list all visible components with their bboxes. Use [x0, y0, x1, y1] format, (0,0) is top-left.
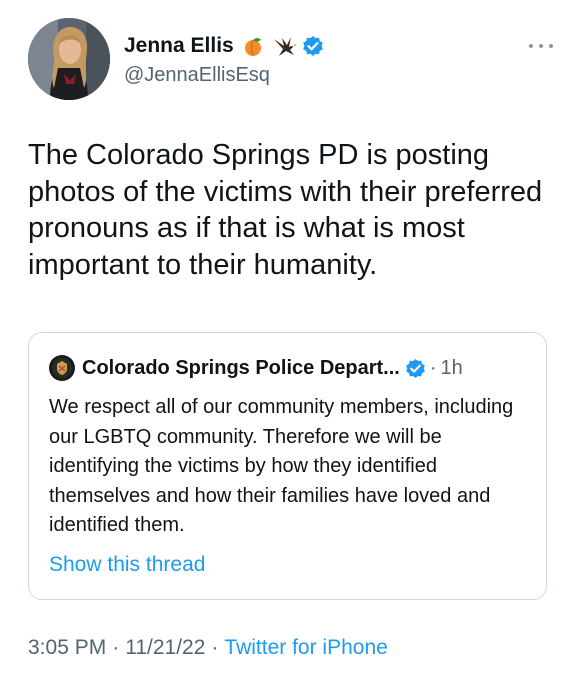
quoted-separator: · [429, 356, 437, 379]
quoted-tweet-text: We respect all of our community members,… [49, 396, 514, 536]
meta-separator: · [112, 636, 120, 659]
tweet-time[interactable]: 3:05 PM [28, 636, 106, 660]
quoted-tweet-header: Colorado Springs Police Depart... · 1h [49, 355, 463, 381]
dot [549, 44, 553, 48]
eagle-emoji-icon [272, 35, 298, 57]
quoted-timestamp: 1h [440, 356, 463, 379]
quoted-author-name: Colorado Springs Police Depart... [82, 356, 400, 379]
author-avatar[interactable] [28, 18, 110, 100]
quoted-verified-badge-icon [405, 358, 426, 379]
tweet-date[interactable]: 11/21/22 [125, 636, 205, 660]
show-this-thread-link[interactable]: Show this thread [49, 553, 205, 577]
more-options-icon[interactable] [529, 42, 553, 50]
dot [539, 44, 543, 48]
avatar-photo [28, 18, 110, 100]
dot [529, 44, 533, 48]
peach-emoji-icon [242, 35, 264, 57]
author-name[interactable]: Jenna Ellis [124, 34, 234, 58]
author-handle[interactable]: @JennaEllisEsq [124, 64, 324, 87]
tweet-meta: 3:05 PM · 11/21/22 · Twitter for iPhone [28, 636, 388, 660]
tweet-text: The Colorado Springs PD is posting photo… [28, 139, 543, 281]
meta-separator: · [211, 636, 219, 659]
author-name-row: Jenna Ellis [124, 32, 324, 60]
verified-badge-icon [302, 35, 324, 57]
author-block: Jenna Ellis @JennaEllisEsq [124, 32, 324, 87]
quoted-author-avatar [49, 355, 75, 381]
quoted-tweet-card[interactable]: Colorado Springs Police Depart... · 1h W… [28, 332, 547, 600]
tweet-source-link[interactable]: Twitter for iPhone [224, 636, 387, 660]
